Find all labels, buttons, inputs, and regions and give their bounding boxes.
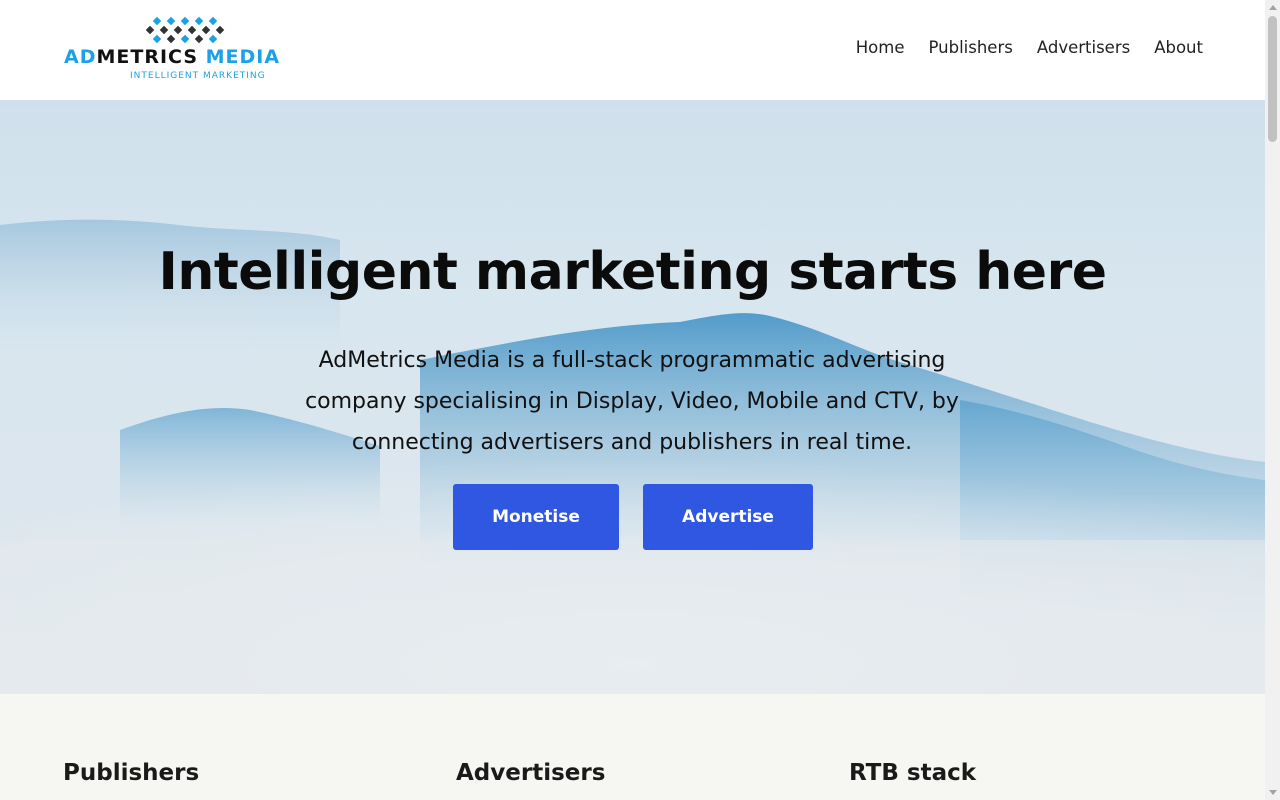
page: ADMETRICS MEDIA INTELLIGENT MARKETING Ho… [0,0,1265,800]
feature-title-advertisers: Advertisers [456,760,606,786]
logo-wordmark-metrics: METRICS [96,46,199,68]
nav-publishers[interactable]: Publishers [928,38,1012,57]
vertical-scrollbar[interactable] [1265,0,1280,800]
logo-wordmark: ADMETRICS MEDIA [64,46,322,68]
logo-wordmark-ad: AD [64,46,97,68]
nav-home[interactable]: Home [856,38,905,57]
scroll-down-arrow-icon[interactable] [1265,785,1280,800]
hero-section: Intelligent marketing starts here AdMetr… [0,100,1265,694]
nav-about[interactable]: About [1154,38,1203,57]
logo-wordmark-media: MEDIA [205,46,281,68]
hero-title: Intelligent marketing starts here [158,242,1108,302]
scrollbar-thumb[interactable] [1268,16,1277,142]
advertise-button[interactable]: Advertise [643,484,813,550]
hero-description: AdMetrics Media is a full-stack programm… [305,348,959,455]
monetise-button[interactable]: Monetise [453,484,619,550]
diamond-grid-logo-icon [146,16,225,44]
feature-title-rtb-stack: RTB stack [849,760,977,786]
site-header: ADMETRICS MEDIA INTELLIGENT MARKETING Ho… [0,0,1265,100]
feature-title-publishers: Publishers [63,760,200,786]
nav-advertisers[interactable]: Advertisers [1037,38,1130,57]
admetrics-logo[interactable]: ADMETRICS MEDIA INTELLIGENT MARKETING [64,16,322,84]
main-nav: Home Publishers Advertisers About [856,38,1203,57]
logo-tagline: INTELLIGENT MARKETING [130,71,266,81]
scroll-up-arrow-icon[interactable] [1265,0,1280,15]
features-section: Publishers Advertisers RTB stack [0,694,1265,800]
